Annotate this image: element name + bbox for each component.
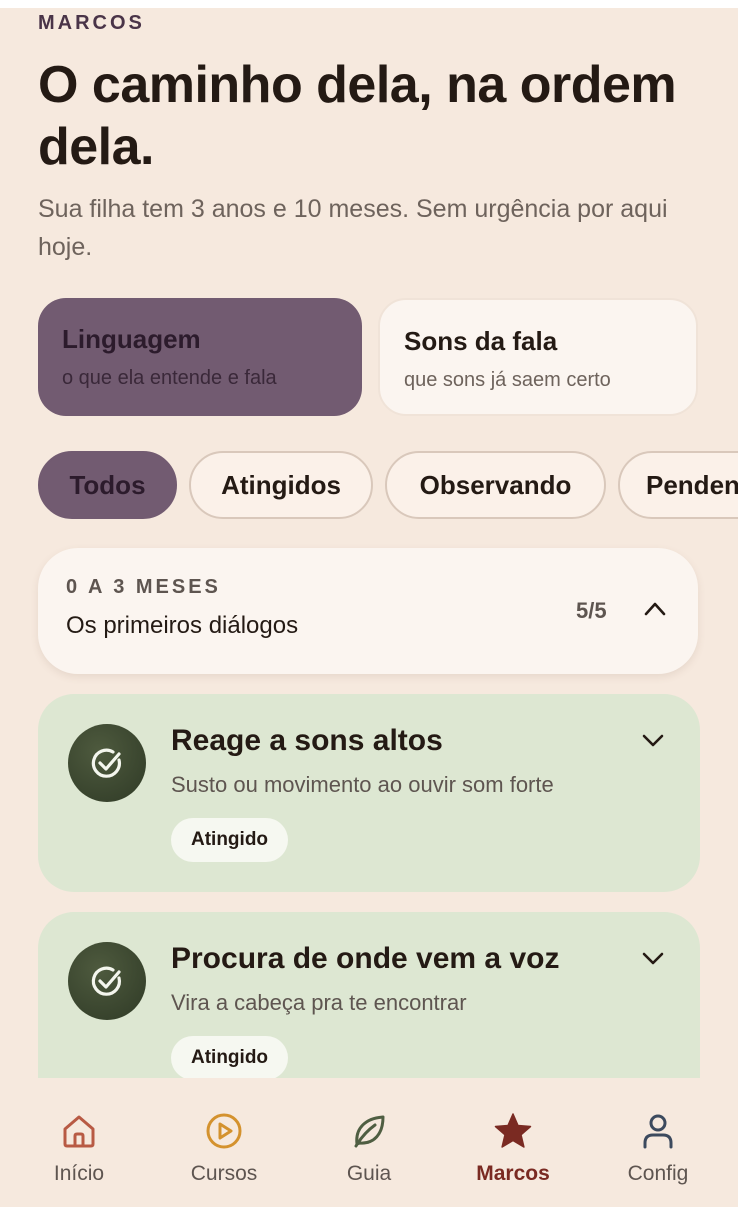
- milestone-title: Procura de onde vem a voz: [171, 942, 560, 975]
- age-group-name: Os primeiros diálogos: [66, 612, 299, 639]
- milestone-card[interactable]: Reage a sons altos Susto ou movimento ao…: [38, 694, 700, 892]
- star-icon: [494, 1113, 532, 1148]
- user-icon: [643, 1114, 673, 1149]
- page-subtitle: Sua filha tem 3 anos e 10 meses. Sem urg…: [38, 195, 668, 261]
- nav-item-label: Início: [53, 1162, 105, 1185]
- nav-item-config[interactable]: Config: [598, 1110, 718, 1190]
- area-card-title: Sons da fala: [404, 326, 558, 356]
- check-circle-icon: [68, 942, 146, 1020]
- milestone-description: Vira a cabeça pra te encontrar: [171, 990, 467, 1015]
- area-card-linguagem[interactable]: Linguagem o que ela entende e fala: [38, 298, 362, 416]
- nav-item-marcos[interactable]: Marcos: [453, 1110, 573, 1190]
- area-card-description: que sons já saem certo: [404, 369, 611, 391]
- chevron-up-icon[interactable]: [644, 600, 666, 616]
- area-card-title: Linguagem: [62, 324, 201, 354]
- leaf-icon: [354, 1115, 385, 1148]
- nav-item-cursos[interactable]: Cursos: [164, 1110, 284, 1190]
- nav-item-guia[interactable]: Guia: [309, 1110, 429, 1190]
- section-eyebrow: MARCOS: [38, 12, 145, 34]
- area-card-sons-da-fala[interactable]: Sons da fala que sons já saem certo: [378, 298, 698, 416]
- nav-item-label: Marcos: [476, 1162, 550, 1185]
- filter-chip-atingidos[interactable]: Atingidos: [189, 451, 373, 519]
- area-card-description: o que ela entende e fala: [62, 367, 277, 389]
- status-badge: Atingido: [171, 818, 289, 862]
- filter-chip-observando[interactable]: Observando: [385, 451, 606, 519]
- check-circle-icon: [68, 724, 146, 802]
- status-badge: Atingido: [171, 1036, 289, 1080]
- milestone-title: Reage a sons altos: [171, 724, 443, 757]
- bottom-navigation: Início Cursos Guia Marcos Config: [0, 1078, 738, 1207]
- milestone-description: Susto ou movimento ao ouvir som forte: [171, 772, 554, 797]
- page-title: O caminho dela, na ordem dela.: [38, 56, 677, 176]
- milestones-screen: MARCOS O caminho dela, na ordem dela. Su…: [0, 8, 738, 1207]
- chevron-down-icon[interactable]: [642, 734, 664, 748]
- home-icon: [63, 1115, 95, 1148]
- age-range-label: 0 A 3 MESES: [66, 576, 221, 598]
- filter-chips: Todos Atingidos Observando Pendentes: [38, 451, 738, 521]
- group-progress-count: 5/5: [576, 598, 607, 623]
- nav-item-label: Config: [627, 1162, 689, 1185]
- nav-item-label: Guia: [346, 1162, 392, 1185]
- filter-chip-todos[interactable]: Todos: [38, 451, 177, 519]
- chevron-down-icon[interactable]: [642, 952, 664, 966]
- nav-item-inicio[interactable]: Início: [19, 1110, 139, 1190]
- nav-item-label: Cursos: [190, 1162, 258, 1185]
- filter-chip-pendentes[interactable]: Pendentes: [618, 451, 738, 519]
- play-circle-icon: [206, 1113, 242, 1149]
- age-group-header[interactable]: 0 A 3 MESES Os primeiros diálogos 5/5: [38, 548, 698, 674]
